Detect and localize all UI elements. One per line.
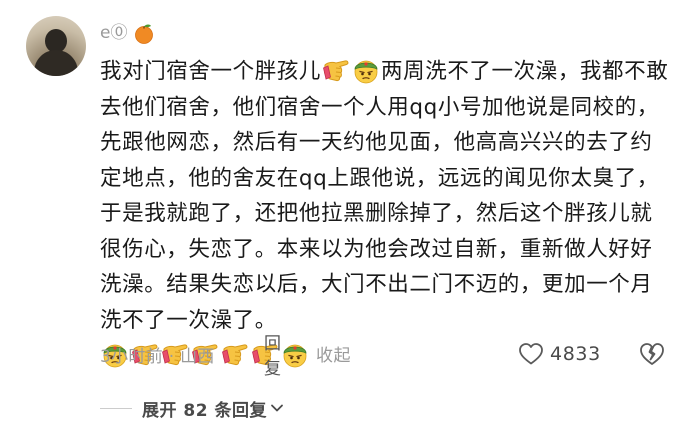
reply-button[interactable]: 回复 [264,329,282,379]
avatar[interactable] [26,16,86,76]
orange-icon [135,24,154,44]
comment-text-part-1: 我对门宿舍一个胖孩儿 [100,59,322,84]
pointing-hand-icon [221,340,249,368]
comment-text-part-2: 两周洗不了一次澡，我都不敢去他们宿舍，他们宿舍一个人用qq小号加他说是同校的，先… [100,59,669,333]
avatar-body [34,50,78,76]
broken-heart-icon[interactable] [638,340,666,368]
pointing-hand-icon [322,56,350,84]
soldier-face-icon [281,340,309,368]
user-row: e⓪ [100,20,155,46]
comment-meta: 3小时前 · 山西 回复 [100,334,281,379]
divider-line [100,407,132,409]
chevron-down-icon [271,404,283,412]
timestamp-location: 3小时前 · 山西 [100,346,215,367]
expand-replies-button[interactable]: 展开 82 条回复 [100,394,285,422]
like-button[interactable]: 4833 [518,340,601,368]
collapse-button[interactable]: 收起 [316,346,351,366]
like-count: 4833 [550,343,601,365]
soldier-face-icon [352,56,380,84]
username[interactable]: e⓪ [100,21,127,45]
heart-icon [519,343,543,365]
expand-replies-label: 展开 82 条回复 [142,400,267,421]
comment-body: 我对门宿舍一个胖孩儿 两周洗不了一次澡，我都不敢去他们宿舍，他们宿舍一个人用qq小… [100,54,670,375]
